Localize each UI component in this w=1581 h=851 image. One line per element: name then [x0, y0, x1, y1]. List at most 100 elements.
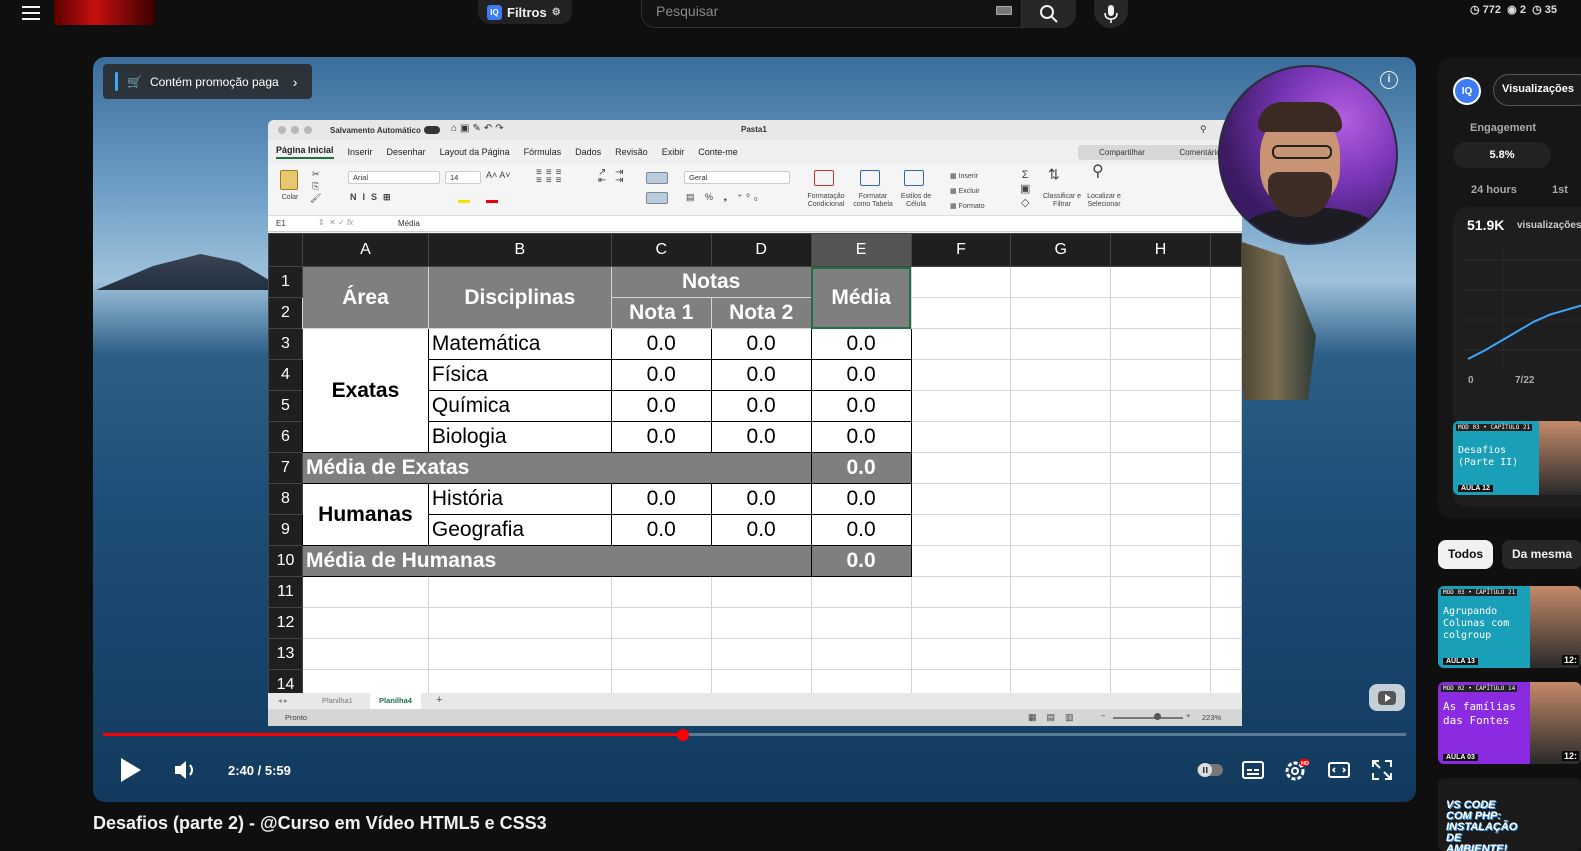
- excel-menu-item: Página Inicial: [276, 145, 334, 159]
- empty-cell: [1010, 328, 1112, 360]
- thumb-module: MOD 03 • CAPÍTULO 21: [1441, 589, 1518, 596]
- empty-cell: [1010, 266, 1112, 298]
- info-icon[interactable]: i: [1380, 71, 1398, 89]
- empty-cell: [1209, 452, 1242, 484]
- thumb-module: MOD 02 • CAPÍTULO 14: [1441, 685, 1518, 692]
- iq-logo-icon[interactable]: IQ: [1453, 77, 1481, 105]
- empty-cell: [1110, 638, 1211, 670]
- empty-cell: [610, 607, 712, 639]
- thumb-duration: 12:: [1561, 751, 1579, 761]
- table-row: 12: [268, 607, 1242, 639]
- empty-cell: [1010, 514, 1112, 546]
- format-label: Formato: [958, 203, 985, 210]
- paid-promotion-button[interactable]: 🛒 Contém promoção paga ›: [103, 64, 312, 99]
- recommendation-thumbnail[interactable]: VS CODE COM PHP: INSTALAÇÃO DE AMBIENTE!: [1438, 778, 1581, 851]
- search-input[interactable]: Pesquisar: [641, 0, 1022, 28]
- views-tab-button[interactable]: Visualizações: [1493, 74, 1581, 106]
- chip-same-channel[interactable]: Da mesma: [1502, 540, 1581, 569]
- cell-discipline: Química: [427, 390, 612, 422]
- panel-thumbnail[interactable]: MOD 03 • CAPÍTULO 21 Desafios (Parte II)…: [1453, 421, 1581, 495]
- name-box: E1: [276, 219, 286, 228]
- empty-cell: [1209, 607, 1242, 639]
- empty-cell: [1010, 297, 1112, 329]
- play-icon[interactable]: [117, 756, 143, 784]
- empty-cell: [1110, 421, 1211, 453]
- paste-icon: [280, 170, 298, 190]
- theater-mode-icon[interactable]: [1327, 758, 1351, 782]
- thumb-title: As famílias das Fontes: [1443, 700, 1516, 727]
- autoplay-toggle-icon[interactable]: [1196, 758, 1224, 782]
- sheet-tab: Planilha1: [322, 696, 353, 705]
- insert-label: Inserir: [958, 173, 979, 180]
- bold-italic-underline-icons: NIS⊞: [350, 192, 397, 202]
- empty-cell: [1209, 359, 1242, 391]
- cart-icon: 🛒: [127, 74, 142, 89]
- empty-cell: [1010, 576, 1112, 608]
- thumb-module: MOD 03 • CAPÍTULO 21: [1456, 424, 1533, 431]
- excel-title-bar: Salvamento Automático ⌂▣✎↶↷ Pasta1 ⚲: [268, 120, 1242, 140]
- empty-cell: [301, 576, 429, 608]
- empty-cell: [301, 638, 429, 670]
- find-select-label: Localizar e Selecionar: [1087, 193, 1121, 208]
- cell-discipline: História: [427, 483, 612, 515]
- empty-cell: [1209, 514, 1242, 546]
- empty-cell: [910, 514, 1012, 546]
- cell-nota1: 0.0: [610, 390, 712, 422]
- excel-menu-item: Conte-me: [698, 147, 738, 157]
- cell-nota2: 0.0: [710, 390, 812, 422]
- thumb-title: Desafios (Parte II): [1458, 445, 1519, 468]
- fullscreen-icon[interactable]: [1370, 758, 1394, 782]
- search-icon: [1040, 5, 1058, 23]
- empty-cell: [910, 359, 1012, 391]
- formula-bar: E1 ⇕ ✕ ✓ fx Média: [268, 216, 1242, 232]
- row-header: 4: [268, 359, 303, 391]
- zoom-slider: [1113, 717, 1183, 719]
- empty-cell: [1209, 266, 1242, 298]
- menu-icon[interactable]: [22, 3, 44, 21]
- empty-cell: [710, 607, 812, 639]
- table-row: 3 Exatas Matemática 0.0 0.0 0.0: [268, 328, 1242, 453]
- cell-discipline: Matemática: [427, 328, 612, 360]
- volume-icon[interactable]: [173, 758, 199, 782]
- orientation-icons: ↗ ⇥ ⇤ ⇥: [598, 167, 627, 186]
- settings-icon[interactable]: HD: [1283, 758, 1309, 782]
- subtitles-icon[interactable]: [1241, 758, 1265, 782]
- microphone-icon: [1104, 5, 1118, 23]
- cell-styles-label: Estilos de Célula: [900, 193, 932, 208]
- recommendation-thumbnail[interactable]: MOD 02 • CAPÍTULO 14 As famílias das Fon…: [1438, 682, 1581, 764]
- cell-media: 0.0: [810, 421, 912, 453]
- chart-x-label: 7/22: [1515, 375, 1535, 386]
- empty-cell: [810, 576, 912, 608]
- period-label-2: 1st: [1552, 184, 1568, 196]
- empty-cell: [1010, 359, 1112, 391]
- empty-cell: [1110, 545, 1211, 577]
- window-minimize-dot: [291, 126, 299, 134]
- empty-cell: [810, 638, 912, 670]
- column-header: E: [810, 233, 912, 267]
- empty-cell: [1110, 359, 1211, 391]
- thumb-lesson: AULA 03: [1443, 754, 1478, 761]
- column-header: G: [1010, 233, 1112, 267]
- excel-menu-item: Fórmulas: [523, 147, 562, 157]
- search-button[interactable]: [1022, 0, 1076, 28]
- recommendation-thumbnail[interactable]: MOD 03 • CAPÍTULO 21 Agrupando Colunas c…: [1438, 586, 1581, 668]
- miniplayer-button[interactable]: [1369, 684, 1405, 711]
- chip-all[interactable]: Todos: [1438, 540, 1494, 569]
- progress-scrubber[interactable]: [676, 729, 689, 741]
- empty-cell: [710, 576, 812, 608]
- font-grow-shrink-icons: A˄ A˅: [486, 170, 511, 180]
- row-header: 12: [268, 607, 303, 639]
- view-mode-icons: ▦▤▥: [1028, 712, 1084, 722]
- filters-button[interactable]: IQ Filtros ⚙: [478, 0, 572, 24]
- cell-nota1: 0.0: [610, 483, 712, 515]
- empty-cell: [1010, 607, 1112, 639]
- empty-cell: [910, 390, 1012, 422]
- promo-accent: [115, 72, 118, 91]
- empty-cell: [1010, 545, 1112, 577]
- autosave-label: Salvamento Automático: [330, 126, 421, 135]
- logo[interactable]: [54, 0, 155, 25]
- empty-cell: [1110, 576, 1211, 608]
- thumb-lesson: AULA 12: [1458, 485, 1493, 492]
- keyboard-icon[interactable]: [996, 6, 1012, 15]
- views-series-line: [1467, 304, 1581, 360]
